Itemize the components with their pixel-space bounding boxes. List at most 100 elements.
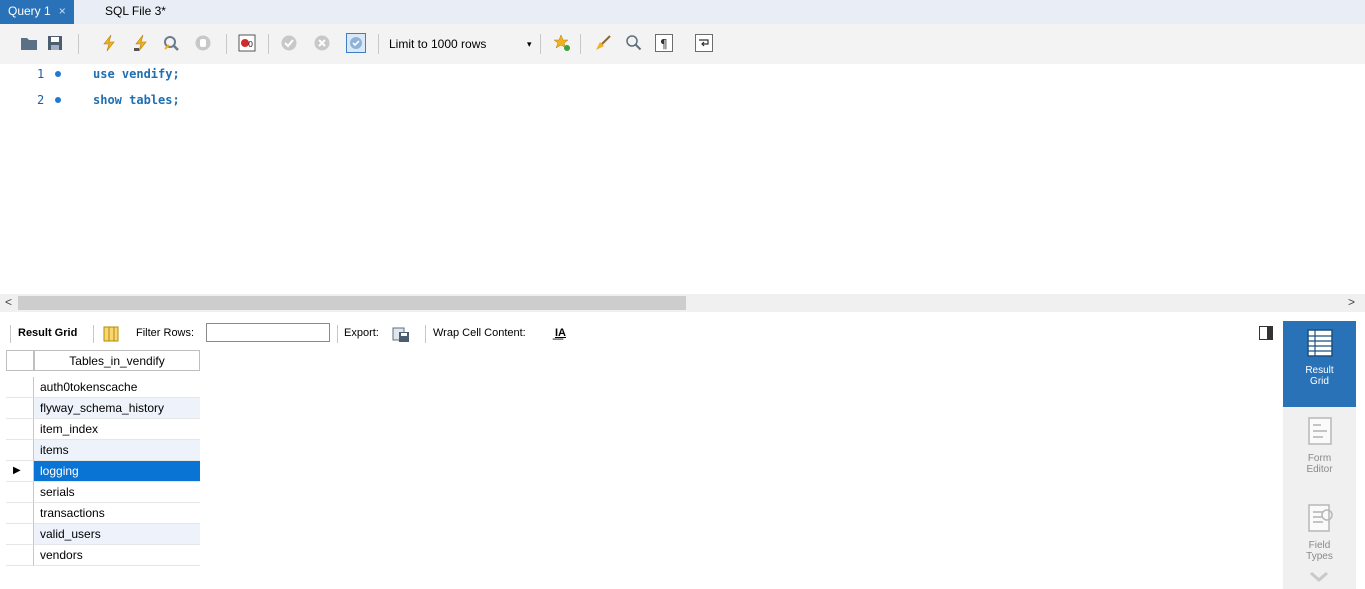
grid-header-row: Tables_in_vendify (6, 350, 200, 371)
save-icon[interactable] (46, 34, 64, 52)
result-grid-label[interactable]: Result Grid (18, 327, 77, 339)
rollback-x-icon[interactable] (313, 34, 331, 52)
wrap-cell-content-icon[interactable]: I͟A (555, 327, 566, 339)
separator (226, 34, 227, 54)
limit-rows-select[interactable]: Limit to 1000 rows ▾ (389, 34, 532, 54)
code-line[interactable]: use vendify; (93, 67, 180, 81)
result-grid-icon (1306, 329, 1333, 357)
svg-text:¶: ¶ (660, 37, 668, 51)
separator (580, 34, 581, 54)
form-editor-button[interactable]: Form Editor (1283, 409, 1356, 495)
row-gutter[interactable]: ▶ (6, 461, 34, 482)
separator (425, 325, 426, 343)
form-editor-button-label-1: Form (1307, 453, 1332, 464)
column-header[interactable]: Tables_in_vendify (34, 350, 200, 371)
table-row[interactable]: valid_users (6, 524, 200, 545)
table-row[interactable]: serials (6, 482, 200, 503)
close-icon[interactable]: × (59, 4, 66, 18)
tab-sql-file-3[interactable]: SQL File 3* (97, 0, 174, 24)
tab-bar: Query 1 × SQL File 3* (0, 0, 1365, 25)
filter-rows-label: Filter Rows: (136, 327, 195, 339)
separator (78, 34, 79, 54)
execute-current-icon[interactable] (132, 34, 150, 52)
word-wrap-icon[interactable] (695, 34, 713, 52)
wrap-cell-content-label: Wrap Cell Content: (433, 327, 526, 339)
line-number: 1 (37, 67, 45, 81)
export-icon[interactable] (392, 325, 410, 343)
add-snippet-star-icon[interactable] (553, 34, 571, 52)
autocommit-toggle-icon[interactable] (346, 33, 366, 53)
table-row[interactable]: items (6, 440, 200, 461)
sql-editor[interactable]: 1 use vendify; 2 show tables; (0, 64, 1365, 294)
table-row[interactable]: item_index (6, 419, 200, 440)
row-gutter[interactable] (6, 440, 34, 461)
separator (540, 34, 541, 54)
editor-horizontal-scrollbar[interactable]: < > (0, 294, 1365, 312)
row-header-corner (6, 350, 34, 371)
query-toolbar: 0 Limit to 1000 rows ▾ ¶ (0, 24, 1365, 65)
execute-lightning-icon[interactable] (100, 34, 118, 52)
tab-query-1[interactable]: Query 1 × (0, 0, 74, 24)
scroll-right-icon[interactable]: > (1348, 295, 1355, 309)
scrollbar-thumb[interactable] (18, 296, 686, 310)
grid-cell[interactable]: transactions (34, 503, 200, 524)
row-gutter[interactable] (6, 398, 34, 419)
separator (378, 34, 379, 54)
commit-check-icon[interactable] (280, 34, 298, 52)
tab-label: SQL File 3* (105, 4, 166, 18)
svg-text:0: 0 (248, 40, 253, 49)
form-editor-icon (1307, 417, 1332, 445)
grid-cell[interactable]: vendors (34, 545, 200, 566)
result-grid-button-label-2: Grid (1310, 376, 1329, 387)
tab-label: Query 1 (8, 4, 51, 18)
row-gutter[interactable] (6, 377, 34, 398)
table-row[interactable]: transactions (6, 503, 200, 524)
grid-cell[interactable]: logging (34, 461, 200, 482)
grid-cell[interactable]: serials (34, 482, 200, 503)
invisible-characters-icon[interactable]: ¶ (655, 34, 673, 52)
result-grid-button[interactable]: Result Grid (1283, 321, 1356, 407)
statement-marker-icon (55, 97, 61, 103)
table-row[interactable]: auth0tokenscache (6, 377, 200, 398)
beautify-broom-icon[interactable] (594, 34, 612, 52)
row-gutter[interactable] (6, 545, 34, 566)
result-toolbar: Result Grid Filter Rows: Export: Wrap Ce… (0, 321, 1282, 347)
filter-rows-input[interactable] (206, 323, 330, 342)
stop-on-error-icon[interactable]: 0 (238, 34, 256, 52)
table-row-selected[interactable]: ▶ logging (6, 461, 200, 482)
grid-columns-icon[interactable] (103, 326, 119, 342)
result-side-panel: Result Grid Form Editor Field Types (1283, 321, 1356, 589)
scroll-left-icon[interactable]: < (5, 295, 12, 309)
field-types-button-label-2: Types (1306, 551, 1333, 562)
separator (268, 34, 269, 54)
grid-cell[interactable]: items (34, 440, 200, 461)
table-row[interactable]: flyway_schema_history (6, 398, 200, 419)
field-types-button[interactable]: Field Types (1283, 496, 1356, 582)
find-magnifier-icon[interactable] (625, 34, 643, 52)
row-gutter[interactable] (6, 524, 34, 545)
result-grid-button-label-1: Result (1305, 365, 1334, 376)
toggle-panel-icon[interactable] (1259, 326, 1273, 340)
current-row-arrow-icon: ▶ (13, 465, 21, 476)
separator (93, 325, 94, 343)
grid-cell[interactable]: auth0tokenscache (34, 377, 200, 398)
chevron-down-icon: ▾ (527, 39, 532, 49)
stop-icon[interactable] (194, 34, 212, 52)
export-label: Export: (344, 327, 379, 339)
statement-marker-icon (55, 71, 61, 77)
code-line[interactable]: show tables; (93, 93, 180, 107)
open-folder-icon[interactable] (20, 34, 38, 52)
row-gutter[interactable] (6, 482, 34, 503)
separator (10, 325, 11, 343)
table-row[interactable]: vendors (6, 545, 200, 566)
row-gutter[interactable] (6, 503, 34, 524)
grid-cell[interactable]: valid_users (34, 524, 200, 545)
explain-magnifier-icon[interactable] (162, 34, 180, 52)
chevron-down-icon[interactable] (1309, 571, 1329, 583)
row-gutter[interactable] (6, 419, 34, 440)
field-types-button-label-1: Field (1308, 540, 1331, 551)
grid-cell[interactable]: flyway_schema_history (34, 398, 200, 419)
grid-cell[interactable]: item_index (34, 419, 200, 440)
form-editor-button-label-2: Editor (1306, 464, 1333, 475)
field-types-icon (1307, 504, 1333, 532)
